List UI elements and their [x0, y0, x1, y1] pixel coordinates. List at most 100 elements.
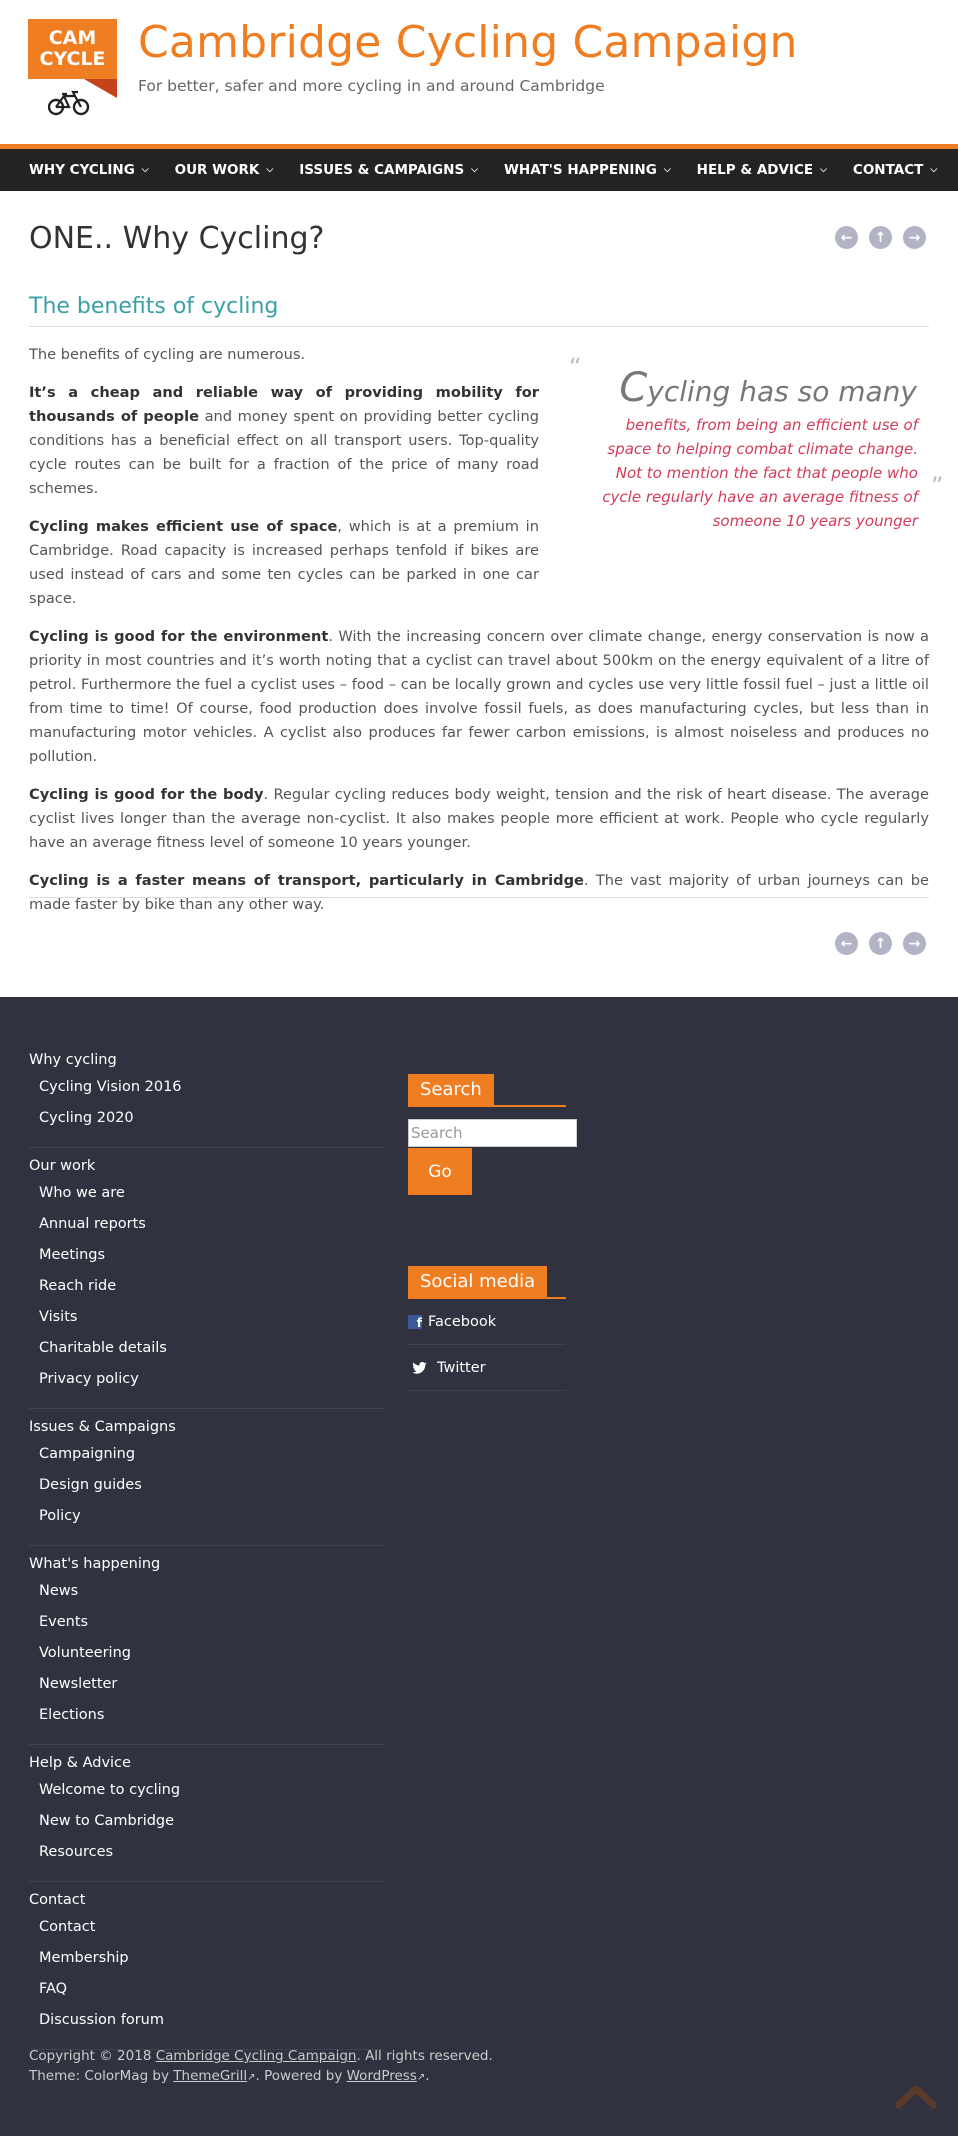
nav-item-whats-happening[interactable]: WHAT'S HAPPENING ⌵: [504, 162, 671, 178]
footer-link[interactable]: Meetings: [39, 1245, 384, 1265]
footer-section-issues-campaigns: Issues & Campaigns Campaigning Design gu…: [29, 1417, 384, 1546]
external-link-icon: ↗: [247, 2072, 256, 2083]
nav-item-our-work[interactable]: OUR WORK ⌵: [175, 162, 274, 178]
facebook-label: Facebook: [428, 1313, 497, 1330]
paragraph-bold: Cycling is good for the body: [29, 786, 264, 803]
powered-text-end: .: [425, 2068, 430, 2084]
bicycle-icon: [48, 90, 90, 116]
next-arrow-icon[interactable]: →: [903, 226, 926, 249]
powered-text: . Powered by: [255, 2068, 347, 2084]
paragraph-bold: Cycling is a faster means of transport, …: [29, 872, 584, 889]
footer-link[interactable]: Cycling 2020: [39, 1108, 384, 1128]
wordpress-link[interactable]: WordPress: [347, 2068, 417, 2084]
search-go-button[interactable]: Go: [408, 1148, 472, 1195]
footer-heading[interactable]: Help & Advice: [29, 1753, 384, 1773]
facebook-link[interactable]: f Facebook: [408, 1299, 566, 1345]
nav-item-why-cycling[interactable]: WHY CYCLING ⌵: [29, 162, 149, 178]
footer-link[interactable]: Design guides: [39, 1475, 384, 1495]
footer-link[interactable]: Membership: [39, 1948, 384, 1968]
nav-item-label: WHY CYCLING: [29, 162, 135, 178]
footer-heading[interactable]: What's happening: [29, 1554, 384, 1574]
logo-box: CAM CYCLE: [28, 19, 117, 79]
site-tagline: For better, safer and more cycling in an…: [138, 77, 605, 95]
facebook-icon: f: [408, 1314, 422, 1329]
footer-section-help-advice: Help & Advice Welcome to cycling New to …: [29, 1753, 384, 1882]
paragraph-transport: Cycling is a faster means of transport, …: [29, 869, 929, 917]
footer-heading[interactable]: Why cycling: [29, 1050, 384, 1070]
footer-link[interactable]: FAQ: [39, 1979, 384, 1999]
social-widget-title: Social media: [408, 1266, 566, 1299]
footer-link[interactable]: Newsletter: [39, 1674, 384, 1694]
up-arrow-icon[interactable]: ↑: [869, 932, 892, 955]
site-header: CAM CYCLE Cambridge Cycling Campaign For…: [0, 0, 958, 144]
footer-link[interactable]: Who we are: [39, 1183, 384, 1203]
themegrill-link[interactable]: ThemeGrill: [173, 2068, 247, 2084]
paragraph-environment: Cycling is good for the environment. Wit…: [29, 625, 929, 769]
paragraph-body: Cycling is good for the body. Regular cy…: [29, 783, 929, 855]
copyright: Copyright © 2018 Cambridge Cycling Campa…: [29, 2046, 493, 2088]
copyright-link[interactable]: Cambridge Cycling Campaign: [156, 2048, 357, 2064]
footer-link[interactable]: Cycling Vision 2016: [39, 1077, 384, 1097]
camcycle-logo[interactable]: CAM CYCLE: [28, 19, 117, 123]
footer-link[interactable]: Policy: [39, 1506, 384, 1526]
footer-link[interactable]: Annual reports: [39, 1214, 384, 1234]
footer-heading[interactable]: Contact: [29, 1890, 384, 1910]
up-arrow-icon[interactable]: ↑: [869, 226, 892, 249]
paragraph-bold: Cycling makes efficient use of space: [29, 518, 338, 535]
logo-text-line1: CAM: [48, 27, 97, 49]
footer-link[interactable]: Events: [39, 1612, 384, 1632]
next-arrow-icon[interactable]: →: [903, 932, 926, 955]
paragraph-text: . With the increasing concern over clima…: [29, 628, 930, 765]
close-quote-icon: ”: [931, 472, 944, 500]
footer-heading[interactable]: Our work: [29, 1156, 384, 1176]
scroll-to-top-icon[interactable]: [896, 2083, 936, 2109]
footer-link[interactable]: Discussion forum: [39, 2010, 384, 2030]
site-title[interactable]: Cambridge Cycling Campaign: [138, 17, 798, 68]
chevron-down-icon: ⌵: [820, 165, 827, 175]
footer-section-whats-happening: What's happening News Events Volunteerin…: [29, 1554, 384, 1745]
footer-link[interactable]: Charitable details: [39, 1338, 384, 1358]
footer-link[interactable]: New to Cambridge: [39, 1811, 384, 1831]
copyright-line: Copyright © 2018 Cambridge Cycling Campa…: [29, 2046, 493, 2066]
site-footer: Why cycling Cycling Vision 2016 Cycling …: [0, 997, 958, 2136]
main-navigation: WHY CYCLING ⌵ OUR WORK ⌵ ISSUES & CAMPAIGN…: [0, 144, 958, 191]
logo-text-line2: CYCLE: [39, 48, 106, 70]
article-body: The benefits of cycling are numerous. It…: [29, 343, 929, 931]
previous-arrow-icon[interactable]: ←: [835, 226, 858, 249]
section-heading: The benefits of cycling: [29, 294, 929, 327]
footer-menu: Why cycling Cycling Vision 2016 Cycling …: [29, 1050, 384, 2058]
twitter-icon: [412, 1361, 427, 1374]
chevron-down-icon: ⌵: [930, 165, 938, 175]
nav-item-label: OUR WORK: [174, 162, 260, 178]
paragraph-space: Cycling makes efficient use of space, wh…: [29, 515, 539, 611]
footer-section-our-work: Our work Who we are Annual reports Meeti…: [29, 1156, 384, 1409]
footer-widgets: Search Go Social media f Facebook Twitte…: [408, 1074, 577, 1391]
footer-link[interactable]: Reach ride: [39, 1276, 384, 1296]
footer-link[interactable]: News: [39, 1581, 384, 1601]
twitter-link[interactable]: Twitter: [408, 1345, 566, 1391]
footer-link[interactable]: Contact: [39, 1917, 384, 1937]
footer-link[interactable]: Campaigning: [39, 1444, 384, 1464]
footer-section-why-cycling: Why cycling Cycling Vision 2016 Cycling …: [29, 1050, 384, 1148]
footer-link[interactable]: Privacy policy: [39, 1369, 384, 1389]
chevron-down-icon: ⌵: [471, 165, 478, 175]
footer-link[interactable]: Visits: [39, 1307, 384, 1327]
page-navigation-bottom: ← ↑ →: [835, 932, 926, 955]
nav-item-label: WHAT'S HAPPENING: [504, 162, 657, 178]
nav-item-contact[interactable]: CONTACT ⌵: [853, 162, 937, 178]
nav-item-label: CONTACT: [852, 162, 924, 178]
footer-link[interactable]: Welcome to cycling: [39, 1780, 384, 1800]
nav-item-help-advice[interactable]: HELP & ADVICE ⌵: [697, 162, 827, 178]
footer-heading[interactable]: Issues & Campaigns: [29, 1417, 384, 1437]
search-input[interactable]: [408, 1119, 577, 1147]
footer-link[interactable]: Resources: [39, 1842, 384, 1862]
previous-arrow-icon[interactable]: ←: [835, 932, 858, 955]
footer-link[interactable]: Elections: [39, 1705, 384, 1725]
divider: [29, 897, 929, 898]
nav-item-label: ISSUES & CAMPAIGNS: [299, 162, 465, 178]
chevron-down-icon: ⌵: [663, 165, 671, 175]
footer-link[interactable]: Volunteering: [39, 1643, 384, 1663]
nav-item-issues-campaigns[interactable]: ISSUES & CAMPAIGNS ⌵: [299, 162, 478, 178]
copyright-text-end: . All rights reserved.: [356, 2048, 493, 2064]
intro-paragraph: The benefits of cycling are numerous.: [29, 346, 306, 363]
